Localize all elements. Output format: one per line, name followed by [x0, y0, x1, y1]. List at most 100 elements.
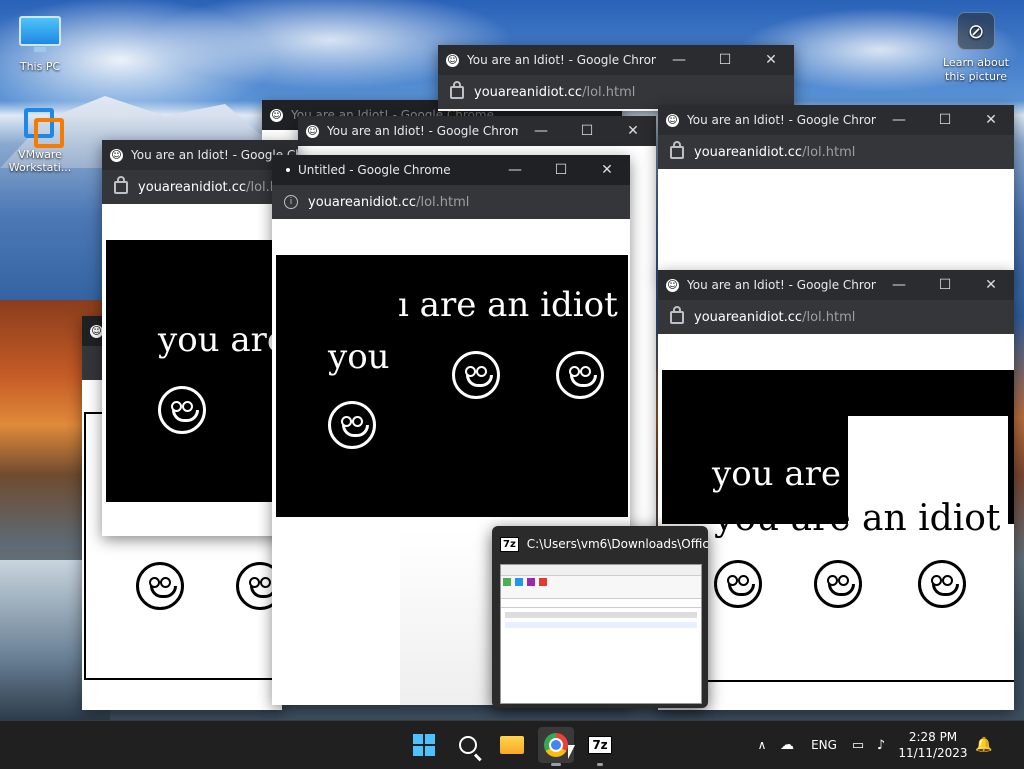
smiley-icon [158, 386, 206, 434]
smiley-icon [328, 401, 376, 449]
clock[interactable]: 2:28 PM 11/11/2023 [892, 729, 974, 761]
lock-icon [450, 80, 464, 99]
smiley-icon [452, 351, 500, 399]
url-host: youareanidiot.cc [308, 194, 417, 210]
chrome-window[interactable]: ☺ You are an Idiot! - Google Chrome — ☐ … [658, 270, 1014, 710]
desktop-icon-vmware[interactable]: VMware Workstati... [0, 104, 80, 174]
minimize-button[interactable]: — [518, 123, 564, 139]
learn-about-picture[interactable]: ⊘ Learn about this picture [938, 12, 1014, 84]
window-title: You are an Idiot! - Google Chrome [467, 53, 656, 67]
window-titlebar[interactable]: ☺ You are an Idiot! - Google Chrome — ☐ … [658, 105, 1014, 135]
close-button[interactable]: ✕ [610, 123, 656, 139]
maximize-button[interactable]: ☐ [538, 162, 584, 178]
desktop-icon-this-pc[interactable]: This PC [0, 12, 80, 73]
url-path: /lol.html [802, 144, 856, 160]
file-explorer-button[interactable] [494, 727, 530, 763]
idiot-text: you [328, 337, 390, 377]
smiley-icon [918, 560, 966, 608]
search-icon [459, 736, 482, 761]
lock-icon [670, 140, 684, 159]
close-button[interactable]: ✕ [968, 277, 1014, 293]
close-button[interactable]: ✕ [968, 112, 1014, 128]
url-path: /lol.html [802, 309, 856, 325]
url-host: youareanidiot.cc [474, 84, 583, 100]
address-bar[interactable]: youareanidiot.cc/lol.html [658, 135, 1014, 169]
smiley-icon [814, 560, 862, 608]
desktop-icon-label: VMware Workstati... [8, 148, 72, 174]
maximize-button[interactable]: ☐ [922, 112, 968, 128]
address-bar[interactable]: youareanidiot.cc/lol.ht [102, 170, 298, 204]
vmware-icon [18, 104, 64, 148]
smiley-favicon-icon: ☺ [270, 108, 283, 122]
address-bar[interactable]: i youareanidiot.cc/lol.html [272, 185, 630, 219]
thumbnail-title-text: C:\Users\vm6\Downloads\Offic... [526, 537, 708, 551]
desktop: This PC VMware Workstati... ⊘ Learn abou… [0, 0, 1024, 720]
7zip-taskbar-button[interactable]: 7z [582, 727, 618, 766]
thumbnail-preview [500, 564, 702, 704]
language-indicator[interactable]: ENG [802, 738, 846, 752]
url-host: youareanidiot.cc [138, 179, 247, 195]
minimize-button[interactable]: — [876, 277, 922, 293]
idiot-text: ı are an idiot [398, 285, 618, 325]
url-host: youareanidiot.cc [694, 144, 803, 160]
chevron-up-icon[interactable]: ∧ [752, 738, 772, 752]
7zip-icon: 7z [500, 536, 519, 552]
volume-icon[interactable]: ♪ [870, 738, 892, 753]
smiley-icon [556, 351, 604, 399]
notification-bell-icon[interactable]: 🔔 [974, 737, 994, 753]
network-icon[interactable]: ▭ [846, 738, 870, 753]
url-path: /lol.html [582, 84, 636, 100]
taskbar-thumbnail-7zip[interactable]: 7z C:\Users\vm6\Downloads\Offic... [492, 526, 708, 708]
window-title: You are an Idiot! - Google Chrome [327, 124, 518, 138]
this-pc-icon [18, 16, 62, 56]
window-titlebar[interactable]: ☺ You are an Idiot! - Google Chrome — ☐ … [298, 116, 656, 146]
info-icon: i [284, 195, 298, 209]
chrome-icon [544, 733, 568, 757]
desktop-icon-label: This PC [19, 60, 61, 73]
idiot-panel: you ı are an idiot [276, 255, 628, 517]
maximize-button[interactable]: ☐ [702, 52, 748, 68]
url-host: youareanidiot.cc [694, 309, 803, 325]
smiley-icon [136, 562, 184, 610]
file-explorer-icon [500, 736, 524, 754]
camera-icon: ⊘ [957, 12, 995, 50]
7zip-icon: 7z [588, 736, 612, 754]
mouse-cursor-icon [568, 745, 575, 759]
lock-icon [114, 175, 128, 194]
smiley-favicon-icon: ☺ [666, 113, 679, 127]
chrome-window[interactable]: ☺ You are an Idiot! - Google Chrome — ☐ … [438, 45, 794, 111]
clock-time: 2:28 PM [908, 730, 958, 744]
idiot-text: you are an idiot [714, 498, 1001, 539]
smiley-icon [714, 560, 762, 608]
maximize-button[interactable]: ☐ [564, 123, 610, 139]
learn-about-label: Learn about this picture [943, 56, 1009, 83]
idiot-text: you are [158, 320, 288, 360]
start-button[interactable] [406, 727, 442, 763]
close-button[interactable]: ✕ [584, 162, 630, 178]
address-bar[interactable]: youareanidiot.cc/lol.html [438, 75, 794, 109]
window-titlebar[interactable]: ☺ You are an Idiot! - Google Chrome — ☐ … [438, 45, 794, 75]
start-icon [413, 734, 435, 756]
window-title: You are an Idiot! - Google Chrome [687, 113, 876, 127]
favicon-icon [286, 168, 290, 172]
window-title: Untitled - Google Chrome [298, 163, 451, 177]
search-button[interactable] [450, 727, 486, 763]
lock-icon [670, 305, 684, 324]
system-tray: ∧ ☁ ENG ▭ ♪ 2:28 PM 11/11/2023 🔔 [752, 721, 994, 769]
window-titlebar[interactable]: ☺ You are an Idiot! - Google Chrome — ☐ … [658, 270, 1014, 300]
address-bar[interactable]: youareanidiot.cc/lol.html [658, 300, 1014, 334]
maximize-button[interactable]: ☐ [922, 277, 968, 293]
window-titlebar[interactable]: ☺ You are an Idiot! - Google Chrome [102, 140, 298, 170]
chrome-window[interactable]: ☺ You are an Idiot! - Google Chrome youa… [102, 140, 298, 536]
window-titlebar[interactable]: Untitled - Google Chrome — ☐ ✕ [272, 155, 630, 185]
minimize-button[interactable]: — [656, 52, 702, 68]
window-title: You are an Idiot! - Google Chrome [687, 278, 876, 292]
onedrive-icon[interactable]: ☁ [772, 737, 802, 753]
close-button[interactable]: ✕ [748, 52, 794, 68]
minimize-button[interactable]: — [876, 112, 922, 128]
taskbar: 7z ∧ ☁ ENG ▭ ♪ 2:28 PM 11/11/2023 🔔 [0, 720, 1024, 769]
minimize-button[interactable]: — [492, 162, 538, 178]
smiley-favicon-icon: ☺ [446, 53, 459, 67]
chrome-window[interactable]: ☺ You are an Idiot! - Google Chrome — ☐ … [658, 105, 1014, 275]
smiley-favicon-icon: ☺ [306, 124, 319, 138]
